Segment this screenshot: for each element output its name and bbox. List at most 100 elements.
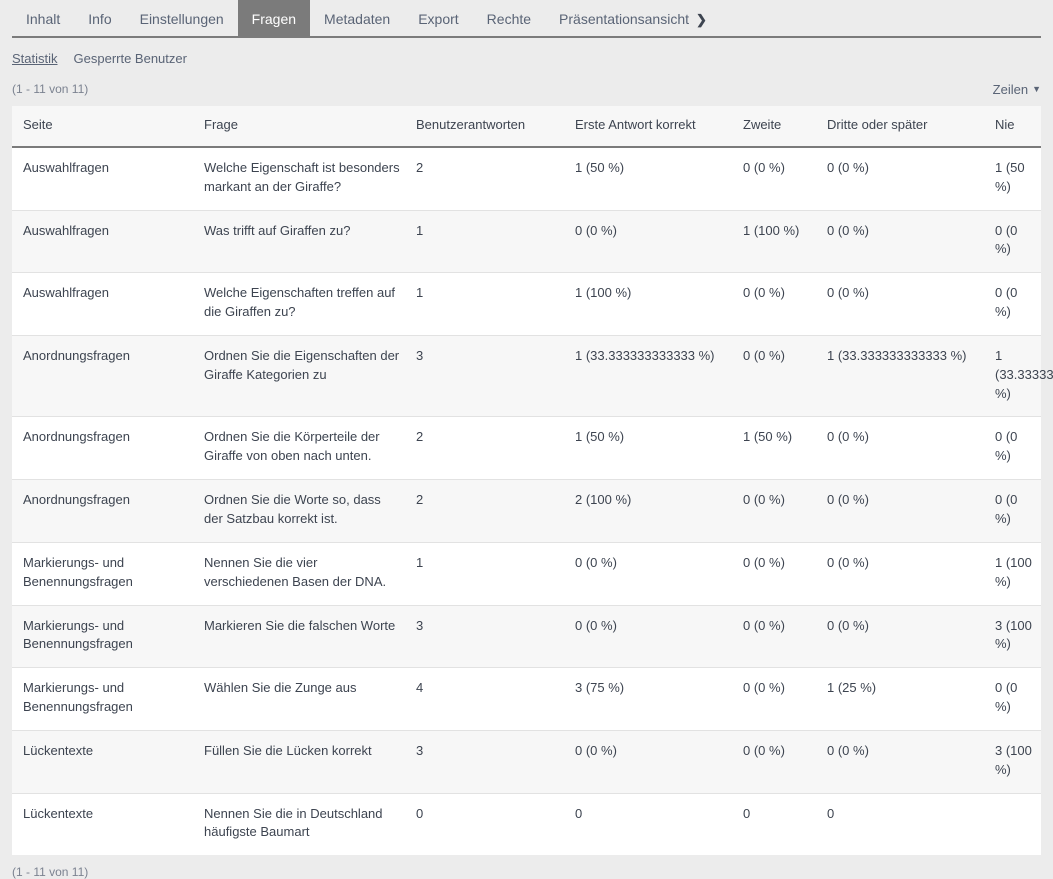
cell-dritte-oder-spaeter: 0 (0 %) bbox=[819, 273, 987, 336]
cell-zweite: 0 (0 %) bbox=[735, 335, 819, 417]
table-row[interactable]: Markierungs- und BenennungsfragenNennen … bbox=[12, 542, 1041, 605]
cell-frage: Füllen Sie die Lücken korrekt bbox=[196, 730, 408, 793]
tab-label: Rechte bbox=[487, 12, 531, 26]
column-header-erste-antwort-korrekt[interactable]: Erste Antwort korrekt bbox=[567, 106, 735, 147]
cell-dritte-oder-spaeter: 0 (0 %) bbox=[819, 730, 987, 793]
cell-nie: 0 (0 %) bbox=[987, 668, 1041, 731]
rows-dropdown[interactable]: Zeilen ▼ bbox=[993, 82, 1041, 97]
cell-seite: Markierungs- und Benennungsfragen bbox=[12, 542, 196, 605]
column-header-benutzerantworten[interactable]: Benutzerantworten bbox=[408, 106, 567, 147]
cell-frage: Ordnen Sie die Worte so, dass der Satzba… bbox=[196, 480, 408, 543]
cell-nie: 3 (100 %) bbox=[987, 605, 1041, 668]
cell-frage: Nennen Sie die in Deutschland häufigste … bbox=[196, 793, 408, 855]
cell-erste-antwort-korrekt: 0 (0 %) bbox=[567, 542, 735, 605]
tab-export[interactable]: Export bbox=[404, 0, 472, 38]
cell-benutzerantworten: 2 bbox=[408, 480, 567, 543]
cell-zweite: 1 (100 %) bbox=[735, 210, 819, 273]
cell-erste-antwort-korrekt: 1 (33.333333333333 %) bbox=[567, 335, 735, 417]
table-row[interactable]: AuswahlfragenWas trifft auf Giraffen zu?… bbox=[12, 210, 1041, 273]
cell-seite: Auswahlfragen bbox=[12, 273, 196, 336]
cell-erste-antwort-korrekt: 0 (0 %) bbox=[567, 605, 735, 668]
cell-frage: Wählen Sie die Zunge aus bbox=[196, 668, 408, 731]
cell-seite: Auswahlfragen bbox=[12, 210, 196, 273]
table-row[interactable]: Markierungs- und BenennungsfragenMarkier… bbox=[12, 605, 1041, 668]
table-row[interactable]: AnordnungsfragenOrdnen Sie die Körpertei… bbox=[12, 417, 1041, 480]
cell-frage: Nennen Sie die vier verschiedenen Basen … bbox=[196, 542, 408, 605]
cell-zweite: 0 (0 %) bbox=[735, 542, 819, 605]
cell-zweite: 0 bbox=[735, 793, 819, 855]
cell-erste-antwort-korrekt: 0 (0 %) bbox=[567, 730, 735, 793]
cell-benutzerantworten: 2 bbox=[408, 417, 567, 480]
cell-dritte-oder-spaeter: 0 (0 %) bbox=[819, 542, 987, 605]
table-header: Seite Frage Benutzerantworten Erste Antw… bbox=[12, 106, 1041, 147]
sub-navigation: Statistik Gesperrte Benutzer bbox=[12, 38, 1041, 72]
tab-label: Info bbox=[88, 12, 111, 26]
cell-seite: Markierungs- und Benennungsfragen bbox=[12, 605, 196, 668]
cell-seite: Anordnungsfragen bbox=[12, 480, 196, 543]
cell-nie: 0 (0 %) bbox=[987, 417, 1041, 480]
cell-frage: Welche Eigenschaft ist besonders markant… bbox=[196, 147, 408, 210]
tab-label: Präsentationsansicht bbox=[559, 12, 689, 26]
cell-frage: Markieren Sie die falschen Worte bbox=[196, 605, 408, 668]
tab-label: Export bbox=[418, 12, 458, 26]
table-row[interactable]: Markierungs- und BenennungsfragenWählen … bbox=[12, 668, 1041, 731]
tab-inhalt[interactable]: Inhalt bbox=[12, 0, 74, 38]
tab-pr-sentationsansicht[interactable]: Präsentationsansicht ❯ bbox=[545, 0, 721, 38]
rows-dropdown-label: Zeilen bbox=[993, 82, 1028, 97]
main-tab-bar: Inhalt Info Einstellungen FragenMetadaten Ex… bbox=[12, 0, 1041, 38]
cell-erste-antwort-korrekt: 3 (75 %) bbox=[567, 668, 735, 731]
table-row[interactable]: AnordnungsfragenOrdnen Sie die Worte so,… bbox=[12, 480, 1041, 543]
cell-zweite: 0 (0 %) bbox=[735, 605, 819, 668]
column-header-dritte-oder-spaeter[interactable]: Dritte oder später bbox=[819, 106, 987, 147]
cell-seite: Anordnungsfragen bbox=[12, 417, 196, 480]
cell-erste-antwort-korrekt: 0 (0 %) bbox=[567, 210, 735, 273]
cell-benutzerantworten: 1 bbox=[408, 210, 567, 273]
cell-frage: Was trifft auf Giraffen zu? bbox=[196, 210, 408, 273]
cell-zweite: 0 (0 %) bbox=[735, 480, 819, 543]
tab-info[interactable]: Info bbox=[74, 0, 125, 38]
cell-dritte-oder-spaeter: 0 (0 %) bbox=[819, 417, 987, 480]
table-row[interactable]: AuswahlfragenWelche Eigenschaft ist beso… bbox=[12, 147, 1041, 210]
column-header-frage[interactable]: Frage bbox=[196, 106, 408, 147]
cell-zweite: 0 (0 %) bbox=[735, 730, 819, 793]
cell-nie: 3 (100 %) bbox=[987, 730, 1041, 793]
cell-erste-antwort-korrekt: 1 (50 %) bbox=[567, 417, 735, 480]
cell-nie: 0 (0 %) bbox=[987, 210, 1041, 273]
subnav-item-statistik[interactable]: Statistik bbox=[12, 51, 58, 66]
table-row[interactable]: LückentexteFüllen Sie die Lücken korrekt… bbox=[12, 730, 1041, 793]
table-toolbar: (1 - 11 von 11) Zeilen ▼ bbox=[12, 78, 1041, 100]
cell-benutzerantworten: 4 bbox=[408, 668, 567, 731]
cell-nie: 1 (50 %) bbox=[987, 147, 1041, 210]
table-row[interactable]: AuswahlfragenWelche Eigenschaften treffe… bbox=[12, 273, 1041, 336]
column-header-seite[interactable]: Seite bbox=[12, 106, 196, 147]
table-header-row: Seite Frage Benutzerantworten Erste Antw… bbox=[12, 106, 1041, 147]
cell-nie bbox=[987, 793, 1041, 855]
tab-einstellungen[interactable]: Einstellungen bbox=[126, 0, 238, 38]
cell-dritte-oder-spaeter: 0 (0 %) bbox=[819, 480, 987, 543]
cell-benutzerantworten: 3 bbox=[408, 605, 567, 668]
cell-seite: Lückentexte bbox=[12, 793, 196, 855]
table-row[interactable]: LückentexteNennen Sie die in Deutschland… bbox=[12, 793, 1041, 855]
statistics-table: Seite Frage Benutzerantworten Erste Antw… bbox=[12, 106, 1041, 855]
cell-dritte-oder-spaeter: 1 (33.333333333333 %) bbox=[819, 335, 987, 417]
chevron-right-icon: ❯ bbox=[696, 13, 707, 26]
subnav-item-gesperrte-benutzer[interactable]: Gesperrte Benutzer bbox=[74, 51, 187, 66]
tab-metadaten[interactable]: Metadaten bbox=[310, 0, 404, 38]
cell-dritte-oder-spaeter: 1 (25 %) bbox=[819, 668, 987, 731]
cell-erste-antwort-korrekt: 1 (100 %) bbox=[567, 273, 735, 336]
column-header-nie[interactable]: Nie bbox=[987, 106, 1041, 147]
cell-nie: 1 (100 %) bbox=[987, 542, 1041, 605]
cell-frage: Ordnen Sie die Eigenschaften der Giraffe… bbox=[196, 335, 408, 417]
cell-nie: 1 (33.333333333333 %) bbox=[987, 335, 1041, 417]
column-header-zweite[interactable]: Zweite bbox=[735, 106, 819, 147]
statistics-table-container: Seite Frage Benutzerantworten Erste Antw… bbox=[12, 106, 1041, 855]
tab-rechte[interactable]: Rechte bbox=[473, 0, 545, 38]
cell-seite: Markierungs- und Benennungsfragen bbox=[12, 668, 196, 731]
tab-label: Einstellungen bbox=[140, 12, 224, 26]
cell-seite: Anordnungsfragen bbox=[12, 335, 196, 417]
cell-frage: Ordnen Sie die Körperteile der Giraffe v… bbox=[196, 417, 408, 480]
cell-benutzerantworten: 1 bbox=[408, 273, 567, 336]
table-row[interactable]: AnordnungsfragenOrdnen Sie die Eigenscha… bbox=[12, 335, 1041, 417]
tab-fragen[interactable]: Fragen bbox=[238, 0, 310, 38]
cell-dritte-oder-spaeter: 0 (0 %) bbox=[819, 210, 987, 273]
